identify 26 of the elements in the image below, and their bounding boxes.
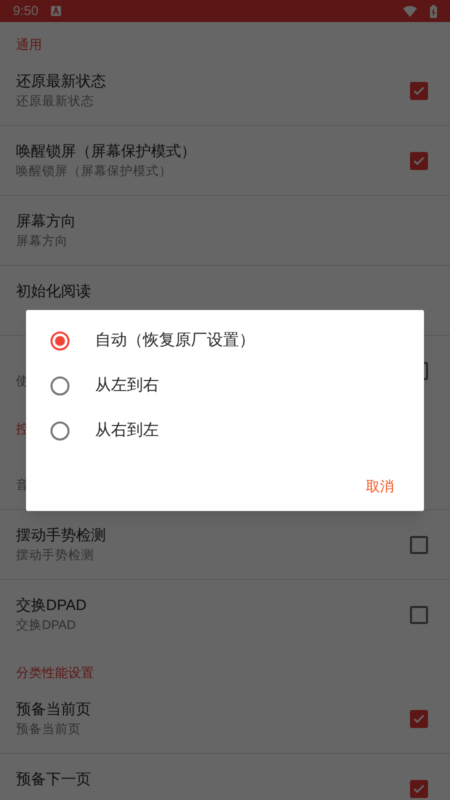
setting-title: 预备当前页 xyxy=(16,700,91,720)
radio-option[interactable]: 从右到左 xyxy=(26,408,424,453)
notification-icon xyxy=(51,6,62,16)
checkbox[interactable] xyxy=(410,780,428,798)
status-time: 9:50 xyxy=(13,2,38,20)
option-label: 从右到左 xyxy=(95,420,159,440)
setting-title: 还原最新状态 xyxy=(16,72,106,92)
checkbox[interactable] xyxy=(410,536,428,554)
radio-option[interactable]: 自动（恢复原厂设置） xyxy=(26,318,424,363)
checkbox[interactable] xyxy=(410,710,428,728)
section-header: 通用 xyxy=(16,36,42,54)
setting-title: 唤醒锁屏（屏幕保护模式） xyxy=(16,142,196,162)
radio-option[interactable]: 从左到右 xyxy=(26,363,424,408)
checkbox[interactable] xyxy=(410,606,428,624)
setting-title: 摆动手势检测 xyxy=(16,526,106,546)
battery-icon xyxy=(430,4,437,18)
option-label: 从左到右 xyxy=(95,376,159,396)
setting-title: 交换DPAD xyxy=(16,596,87,616)
setting-title: 屏幕方向 xyxy=(16,212,76,232)
option-label: 自动（恢复原厂设置） xyxy=(95,330,255,350)
checkbox[interactable] xyxy=(410,82,428,100)
setting-title: 预备下一页 xyxy=(16,770,91,790)
setting-title: 初始化阅读 xyxy=(16,282,91,302)
wifi-icon xyxy=(403,6,417,16)
section-header: 分类性能设置 xyxy=(16,664,94,682)
checkbox[interactable] xyxy=(410,152,428,170)
